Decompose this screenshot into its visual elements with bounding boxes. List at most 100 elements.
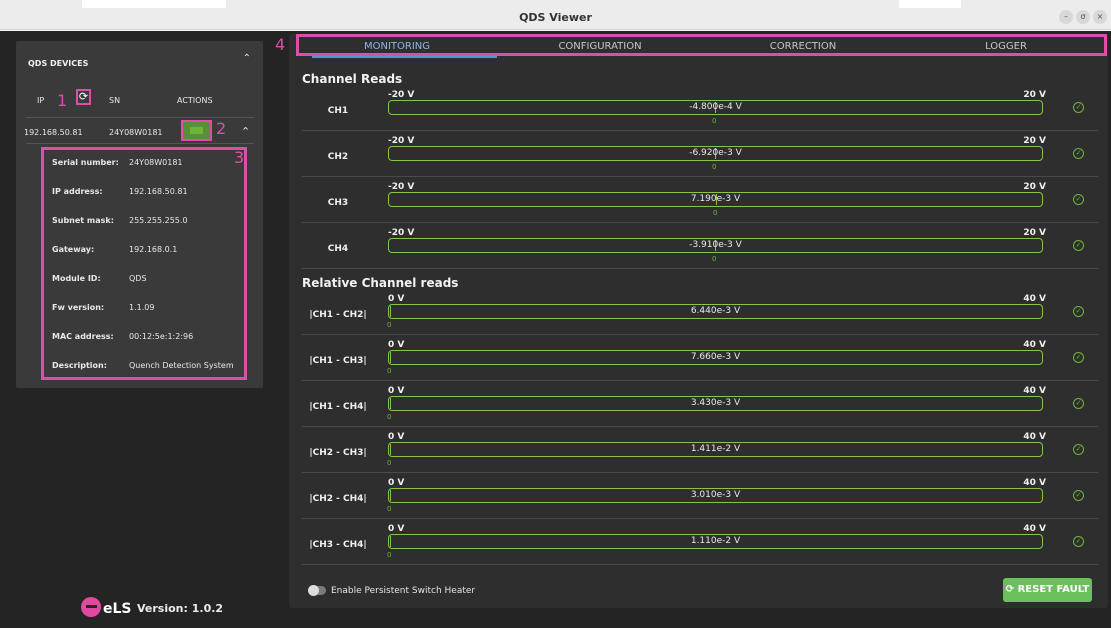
annotation-4: 4 (275, 35, 286, 54)
logo-text: eLS (103, 601, 132, 617)
range-min: 0 V (388, 478, 405, 488)
value-bar: 6.440e-3 V (388, 304, 1043, 319)
channel-name: |CH2 - CH3| (309, 448, 367, 458)
zero-label: 0 (387, 321, 392, 329)
channel-name: CH1 (327, 106, 349, 116)
value-bar: 7.660e-3 V (388, 350, 1043, 365)
range-min: 0 V (388, 524, 405, 534)
range-max: 40 V (1023, 432, 1046, 442)
tab-monitoring[interactable]: MONITORING (299, 41, 495, 52)
range-max: 20 V (1023, 136, 1046, 146)
detail-value: 192.168.50.81 (129, 187, 188, 196)
close-button[interactable]: × (1093, 10, 1107, 24)
devices-panel: QDS DEVICES ⌃ IP 1 ⟳ SN ACTIONS 192.168.… (16, 41, 263, 388)
range-max: 40 V (1023, 478, 1046, 488)
channel-name: CH2 (327, 152, 349, 162)
channel-name: |CH1 - CH2| (309, 310, 367, 320)
channel-value: 6.440e-3 V (690, 306, 741, 316)
detail-value: 255.255.255.0 (129, 216, 188, 225)
column-actions: ACTIONS (177, 96, 213, 105)
detail-value: QDS (129, 274, 147, 283)
status-ok-icon: ✓ (1073, 490, 1084, 501)
zero-label: 0 (387, 459, 392, 467)
range-min: -20 V (388, 228, 415, 238)
channel-name: |CH2 - CH4| (309, 494, 367, 504)
status-ok-icon: ✓ (1073, 148, 1084, 159)
channel-value: 3.430e-3 V (690, 398, 741, 408)
range-min: -20 V (388, 136, 415, 146)
value-bar: 3.010e-3 V (388, 488, 1043, 503)
relative-reads-title: Relative Channel reads (302, 276, 459, 290)
reset-fault-button[interactable]: ⟳ RESET FAULT (1003, 578, 1092, 602)
column-sn: SN (109, 96, 121, 105)
channel-name: CH4 (327, 244, 349, 254)
detail-key: Module ID: (52, 274, 101, 283)
range-min: -20 V (388, 90, 415, 100)
detail-key: Subnet mask: (52, 216, 114, 225)
app-body: QDS DEVICES ⌃ IP 1 ⟳ SN ACTIONS 192.168.… (0, 31, 1111, 628)
tab-logger[interactable]: LOGGER (908, 41, 1104, 52)
active-tab-indicator (312, 56, 497, 58)
channel-row: CH1 -20 V 20 V -4.800e-4 V 0 ✓ (302, 87, 1098, 131)
zero-label: 0 (387, 551, 392, 559)
device-details: Serial number: 24Y08W0181 IP address: 192.… (41, 147, 247, 380)
channel-name: CH3 (327, 198, 349, 208)
minimize-button[interactable]: – (1059, 10, 1073, 24)
tab-configuration[interactable]: CONFIGURATION (502, 41, 698, 52)
titlebar-decoration (899, 0, 961, 8)
range-max: 40 V (1023, 294, 1046, 304)
channel-name: |CH1 - CH3| (309, 356, 367, 366)
channel-row: |CH2 - CH4| 0 V 40 V 3.010e-3 V 0 ✓ (302, 475, 1098, 519)
channel-value: 3.010e-3 V (690, 490, 741, 500)
status-ok-icon: ✓ (1073, 536, 1084, 547)
channel-row: CH2 -20 V 20 V -6.920e-3 V 0 ✓ (302, 133, 1098, 177)
zero-label: 0 (712, 255, 717, 263)
divider (26, 117, 254, 118)
refresh-devices-button[interactable]: ⟳ (76, 89, 91, 105)
zero-label: 0 (387, 367, 392, 375)
annotation-1: 1 (57, 91, 68, 110)
channel-value: -4.800e-4 V (689, 102, 742, 112)
value-bar: 7.190e-3 V (388, 192, 1043, 207)
detail-key: Fw version: (52, 303, 105, 312)
channel-value: -6.920e-3 V (689, 148, 742, 158)
channel-value: -3.910e-3 V (689, 240, 742, 250)
tab-correction[interactable]: CORRECTION (705, 41, 901, 52)
main-panel: 4 MONITORING CONFIGURATION CORRECTION LO… (275, 34, 1108, 608)
titlebar-decoration (82, 0, 226, 8)
connect-toggle-button[interactable] (181, 120, 212, 141)
channel-value: 7.190e-3 V (690, 194, 741, 204)
toggle-knob (308, 585, 319, 596)
detail-value: 192.168.0.1 (129, 245, 178, 254)
range-min: 0 V (388, 432, 405, 442)
range-max: 40 V (1023, 524, 1046, 534)
status-ok-icon: ✓ (1073, 306, 1084, 317)
range-min: 0 V (388, 294, 405, 304)
detail-value: 24Y08W0181 (129, 158, 183, 167)
expand-device-icon[interactable]: ⌃ (241, 125, 250, 138)
collapse-panel-icon[interactable]: ⌃ (243, 53, 251, 64)
range-max: 20 V (1023, 228, 1046, 238)
status-ok-icon: ✓ (1073, 102, 1084, 113)
channel-name: |CH1 - CH4| (309, 402, 367, 412)
detail-key: IP address: (52, 187, 103, 196)
range-min: 0 V (388, 340, 405, 350)
range-max: 20 V (1023, 90, 1046, 100)
range-max: 20 V (1023, 182, 1046, 192)
persistent-switch-toggle[interactable] (308, 585, 326, 596)
channel-row: |CH3 - CH4| 0 V 40 V 1.110e-2 V 0 ✓ (302, 521, 1098, 565)
channel-reads-title: Channel Reads (302, 72, 403, 86)
range-min: -20 V (388, 182, 415, 192)
maximize-button[interactable]: σ (1076, 10, 1090, 24)
title-bar: QDS Viewer – σ × (0, 0, 1111, 30)
detail-key: MAC address: (52, 332, 114, 341)
channel-row: |CH1 - CH3| 0 V 40 V 7.660e-3 V 0 ✓ (302, 337, 1098, 381)
refresh-icon: ⟳ (78, 90, 89, 103)
devices-header: QDS DEVICES (28, 59, 89, 68)
channel-row: CH3 -20 V 20 V 7.190e-3 V 0 ✓ (302, 179, 1098, 223)
device-sn: 24Y08W0181 (109, 128, 163, 137)
detail-key: Description: (52, 361, 107, 370)
channel-name: |CH3 - CH4| (309, 540, 367, 550)
channel-row: |CH1 - CH4| 0 V 40 V 3.430e-3 V 0 ✓ (302, 383, 1098, 427)
detail-key: Serial number: (52, 158, 119, 167)
